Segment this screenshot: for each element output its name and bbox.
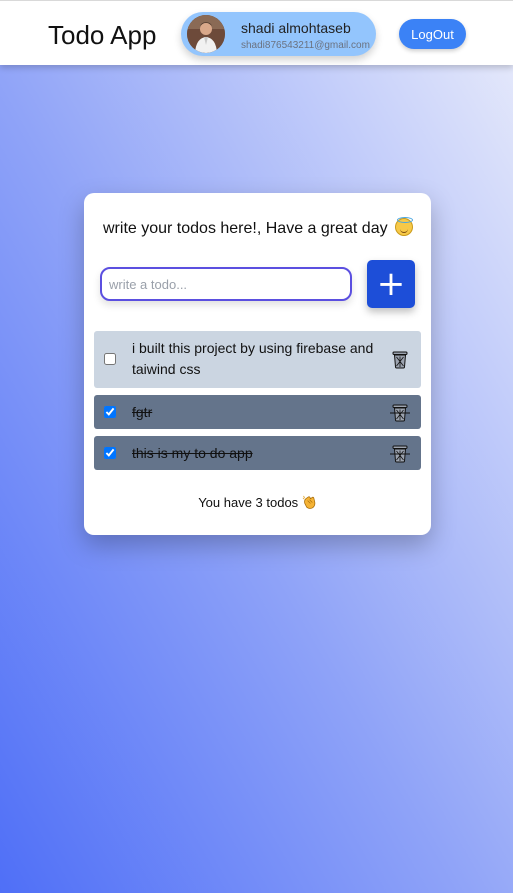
card-heading-text: write your todos here!, Have a great day: [103, 220, 388, 237]
user-email: shadi876543211@gmail.com: [241, 40, 370, 51]
todo-count: You have 3 todos: [84, 495, 431, 510]
todo-count-text: You have 3 todos: [198, 495, 299, 510]
todo-text: this is my to do app: [132, 445, 253, 461]
todo-checkbox[interactable]: [104, 447, 116, 459]
trash-icon[interactable]: [390, 402, 410, 422]
todo-checkbox[interactable]: [104, 353, 116, 365]
add-todo-button[interactable]: +: [367, 260, 415, 308]
logout-button[interactable]: LogOut: [399, 19, 466, 49]
app-title: Todo App: [48, 20, 157, 50]
todo-card: write your todos here!, Have a great day…: [84, 193, 431, 535]
clapping-hands-icon: [302, 495, 316, 509]
user-name: shadi almohtaseb: [241, 20, 351, 36]
todo-item: this is my to do app: [94, 436, 421, 470]
user-avatar-photo-icon: [187, 15, 225, 53]
todo-item: i built this project by using firebase a…: [94, 331, 421, 388]
todo-checkbox[interactable]: [104, 406, 116, 418]
todo-input[interactable]: [100, 267, 352, 301]
trash-icon[interactable]: [390, 443, 410, 463]
todo-text: i built this project by using firebase a…: [132, 340, 374, 377]
todo-text: fgtr: [132, 404, 153, 420]
smiling-face-with-halo-icon: [395, 217, 414, 236]
user-profile-pill: shadi almohtaseb shadi876543211@gmail.co…: [181, 12, 376, 56]
navbar: Todo App shadi almohtaseb shadi876543211…: [0, 0, 513, 65]
card-heading: write your todos here!, Have a great day: [103, 217, 414, 238]
trash-icon[interactable]: [390, 349, 410, 369]
todo-item: fgtr: [94, 395, 421, 429]
avatar: [187, 15, 225, 53]
